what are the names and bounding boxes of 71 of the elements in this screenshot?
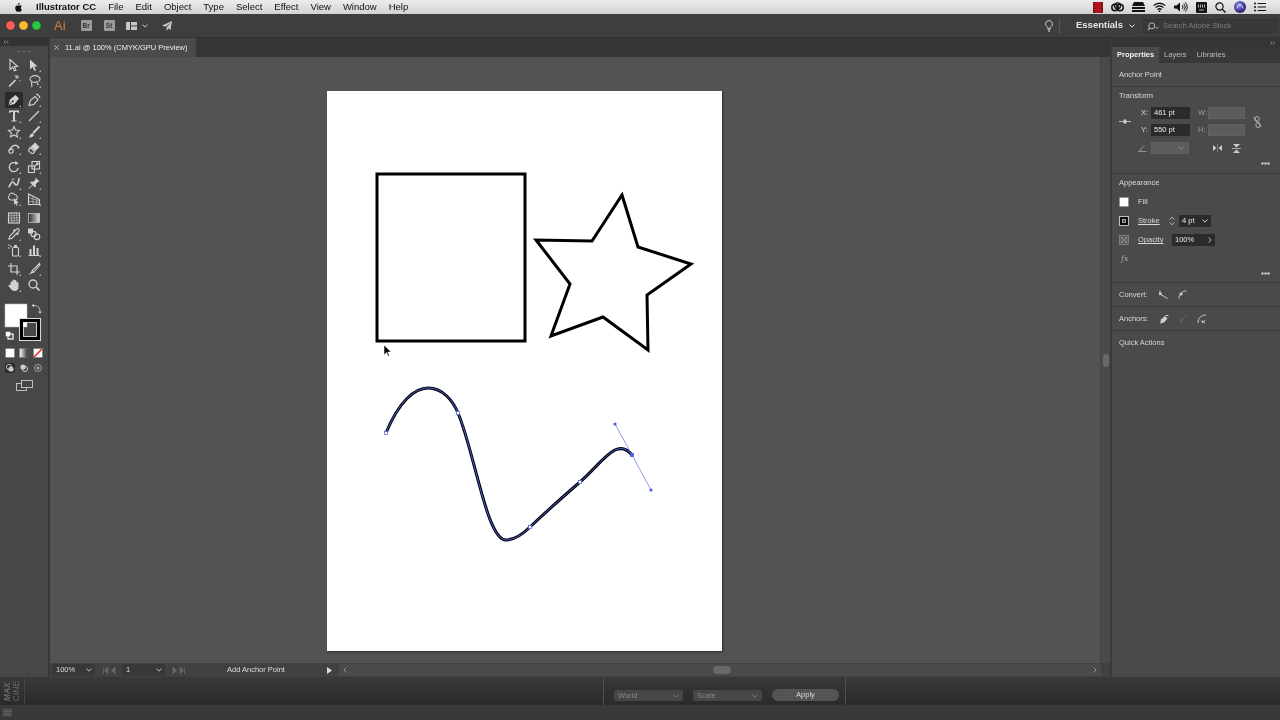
search-icon[interactable] <box>1215 1 1226 13</box>
caret-icon[interactable] <box>141 23 148 28</box>
menu-item[interactable]: View <box>310 1 331 13</box>
caret-icon[interactable] <box>156 668 162 672</box>
apple-icon[interactable] <box>13 1 22 13</box>
no-color-swatch-icon[interactable] <box>33 348 43 358</box>
zoom-window-icon[interactable] <box>32 21 41 30</box>
next-last-icon <box>170 666 185 674</box>
default-colors-icon[interactable] <box>5 331 14 340</box>
workspace-switcher[interactable]: Essentials <box>1076 18 1135 33</box>
volume-icon[interactable] <box>1174 2 1188 12</box>
smooth-point-icon[interactable] <box>1178 290 1187 299</box>
reference-point-icon[interactable] <box>1119 119 1131 124</box>
checkerboard-icon[interactable] <box>1119 235 1129 245</box>
menu-item[interactable]: File <box>108 1 124 13</box>
film-icon[interactable] <box>1093 1 1103 13</box>
caret-icon[interactable] <box>1202 219 1208 223</box>
stroke-swatch-icon[interactable] <box>19 318 41 341</box>
stroke-swatch-icon[interactable] <box>1119 216 1129 226</box>
menu-item[interactable]: Edit <box>135 1 152 13</box>
menu-item[interactable]: Window <box>342 1 377 13</box>
chevron-right-icon[interactable] <box>1208 237 1212 243</box>
paper-plane-icon[interactable] <box>161 20 172 31</box>
fill-swatch-icon[interactable] <box>1119 197 1129 207</box>
orb-icon[interactable] <box>1234 1 1246 13</box>
screen-mode-icon[interactable] <box>16 380 33 391</box>
menu-item[interactable]: Effect <box>274 1 299 13</box>
close-icon[interactable] <box>54 45 59 50</box>
swap-arrows-icon[interactable] <box>31 303 42 314</box>
stepper-icon[interactable] <box>1169 216 1175 226</box>
scrollbar-thumb[interactable] <box>713 666 731 674</box>
join-path-icon[interactable] <box>1197 313 1207 324</box>
wifi-icon[interactable] <box>1153 2 1166 12</box>
more-options-icon[interactable] <box>1261 271 1270 275</box>
draw-behind-icon[interactable] <box>19 363 29 373</box>
collapse-panel-icon[interactable] <box>3 40 9 44</box>
more-options-icon[interactable] <box>1261 161 1270 165</box>
flip-vertical-icon[interactable] <box>1232 143 1241 153</box>
close-window-icon[interactable] <box>6 21 15 30</box>
horizontal-scrollbar[interactable] <box>339 664 1101 676</box>
pointer-cursor-icon <box>383 344 392 357</box>
linked-rings-icon[interactable] <box>1111 2 1124 12</box>
app-menu[interactable]: Illustrator CC <box>36 1 97 13</box>
color-swatch-icon[interactable] <box>5 348 15 358</box>
menu-item[interactable]: Help <box>388 1 409 13</box>
corner-point-icon[interactable] <box>1159 290 1168 299</box>
vertical-scrollbar[interactable] <box>1100 57 1110 663</box>
menu-item[interactable]: Select <box>235 1 263 13</box>
menu-item[interactable]: Object <box>163 1 192 13</box>
list-icon[interactable] <box>1254 2 1266 12</box>
stack-icon[interactable] <box>1132 2 1145 12</box>
app-logo: Ai <box>54 18 66 33</box>
gradient-swatch-icon[interactable] <box>19 348 29 358</box>
draw-inside-icon[interactable] <box>33 363 43 373</box>
square-app-icon[interactable] <box>1196 1 1207 13</box>
lightbulb-icon[interactable] <box>1045 19 1053 32</box>
logo-text: MAX <box>3 681 12 702</box>
play-arrow-icon[interactable] <box>327 666 332 674</box>
minimize-window-icon[interactable] <box>19 21 28 30</box>
arrange-documents-icon[interactable] <box>125 21 137 30</box>
draw-normal-icon[interactable] <box>5 363 15 373</box>
pen-minus-icon[interactable] <box>1159 313 1169 324</box>
scrollbar-thumb[interactable] <box>1102 354 1109 367</box>
expand-panel-icon[interactable] <box>1270 40 1276 45</box>
unlinked-chain-icon[interactable] <box>1253 115 1262 128</box>
add-effect-button[interactable]: fx <box>1121 253 1129 265</box>
angle-icon <box>1138 144 1147 152</box>
menu-item[interactable]: Type <box>203 1 224 13</box>
first-previous-icon <box>103 666 118 674</box>
caret-icon[interactable] <box>86 668 92 672</box>
flip-horizontal-icon[interactable] <box>1213 144 1222 152</box>
